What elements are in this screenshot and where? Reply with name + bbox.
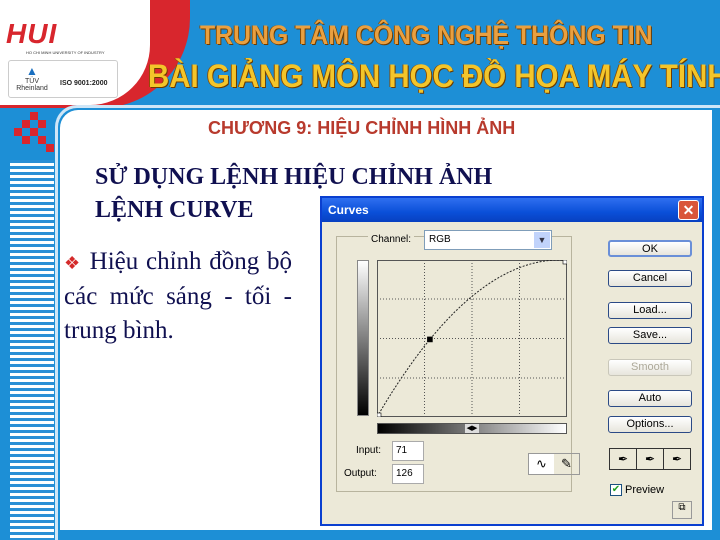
eyedroppers: ✒ ✒ ✒ bbox=[609, 448, 691, 470]
options-button[interactable]: Options... bbox=[608, 416, 692, 433]
slide-title-2: LỆNH CURVE bbox=[95, 197, 254, 223]
checker-decoration bbox=[14, 112, 54, 152]
expand-icon[interactable]: ⧉ bbox=[672, 501, 692, 519]
gradient-toggle-icon[interactable]: ◀▶ bbox=[465, 424, 479, 433]
input-gradient-bar: ◀▶ bbox=[377, 423, 567, 434]
output-field[interactable]: 126 bbox=[392, 464, 424, 484]
chevron-down-icon[interactable]: ▼ bbox=[534, 232, 550, 248]
curve-tool-icon[interactable]: ∿ bbox=[529, 454, 554, 474]
hui-logo: HUI bbox=[6, 18, 58, 49]
output-label: Output: bbox=[344, 468, 377, 479]
striped-decoration bbox=[10, 160, 54, 540]
cancel-button[interactable]: Cancel bbox=[608, 270, 692, 287]
header-line-2: BÀI GIẢNG MÔN HỌC ĐỒ HỌA MÁY TÍNH bbox=[148, 58, 720, 94]
black-eyedropper-icon[interactable]: ✒ bbox=[610, 449, 637, 469]
load-button[interactable]: Load... bbox=[608, 302, 692, 319]
preview-label: Preview bbox=[625, 484, 665, 496]
auto-button[interactable]: Auto bbox=[608, 390, 692, 407]
tuv-cert: ▲ TÜV Rheinland bbox=[12, 64, 52, 92]
bullet-item: ❖ Hiệu chỉnh đồng bộ các mức sáng - tối -… bbox=[64, 245, 292, 348]
pencil-tool-icon[interactable]: ✎ bbox=[554, 454, 579, 474]
dialog-titlebar[interactable]: Curves bbox=[322, 198, 702, 222]
channel-value: RGB bbox=[429, 234, 451, 245]
header-line-1: TRUNG TÂM CÔNG NGHỆ THÔNG TIN bbox=[200, 20, 653, 50]
input-field[interactable]: 71 bbox=[392, 441, 424, 461]
dialog-title: Curves bbox=[328, 203, 369, 217]
chapter-title: CHƯƠNG 9: HIỆU CHỈNH HÌNH ẢNH bbox=[208, 118, 516, 138]
slide-title-1: SỬ DỤNG LỆNH HIỆU CHỈNH ẢNH bbox=[95, 164, 493, 190]
iso-cert: ISO 9001:2000 bbox=[60, 80, 108, 87]
channel-label: Channel: bbox=[368, 234, 415, 245]
tuv-label: TÜV Rheinland bbox=[16, 78, 48, 92]
bullet-text: Hiệu chỉnh đồng bộ các mức sáng - tối - … bbox=[64, 248, 293, 344]
tuv-icon: ▲ bbox=[26, 64, 38, 78]
preview-checkbox[interactable]: ✔ bbox=[610, 484, 622, 496]
curve-control-point[interactable] bbox=[562, 260, 567, 265]
save-button[interactable]: Save... bbox=[608, 327, 692, 344]
curve-control-point[interactable] bbox=[377, 412, 382, 417]
output-gradient-bar bbox=[357, 260, 369, 416]
diamond-bullet-icon: ❖ bbox=[64, 253, 82, 273]
input-label: Input: bbox=[356, 445, 382, 456]
curve-graph[interactable] bbox=[377, 260, 567, 417]
white-eyedropper-icon[interactable]: ✒ bbox=[664, 449, 690, 469]
close-button[interactable]: ✕ bbox=[678, 200, 699, 220]
logo-subtitle: HO CHI MINH UNIVERSITY OF INDUSTRY bbox=[26, 50, 105, 55]
gray-eyedropper-icon[interactable]: ✒ bbox=[637, 449, 664, 469]
curve-control-point[interactable] bbox=[427, 336, 433, 343]
curve-tools: ∿ ✎ bbox=[528, 453, 580, 475]
smooth-button[interactable]: Smooth bbox=[608, 359, 692, 376]
ok-button[interactable]: OK bbox=[608, 240, 692, 257]
curves-dialog: Curves ✕ Channel: RGB ▼ ◀▶ Input: 71 Outp… bbox=[320, 196, 704, 526]
channel-select[interactable]: RGB ▼ bbox=[424, 230, 552, 250]
